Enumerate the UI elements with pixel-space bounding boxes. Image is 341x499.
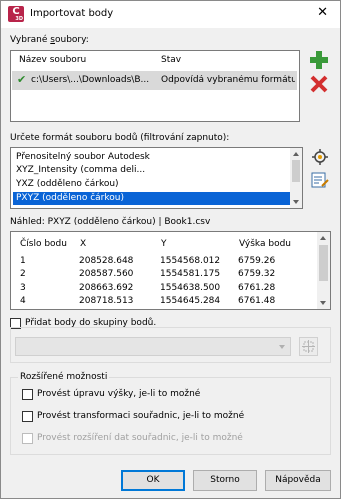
- file-row[interactable]: ✔ c:\Users\​...\Downloads\B... Odpovídá …: [12, 71, 297, 90]
- cell: 208587.560: [79, 269, 134, 279]
- add-file-button[interactable]: [309, 50, 329, 70]
- help-button[interactable]: Nápověda: [265, 470, 331, 491]
- transform-coords-checkbox[interactable]: [22, 411, 33, 422]
- format-scrollbar[interactable]: [290, 148, 302, 208]
- preview-scrollbar[interactable]: [317, 232, 330, 309]
- cell: 1554638.500: [160, 283, 221, 293]
- scroll-down-icon[interactable]: [320, 301, 326, 305]
- civil3d-app-icon: C 3D: [8, 6, 24, 22]
- format-edit-button[interactable]: [310, 170, 330, 190]
- file-status: Odpovídá vybranému formátu...: [161, 75, 295, 85]
- column-header-point-number[interactable]: Číslo bodu: [20, 239, 67, 249]
- format-list[interactable]: Přenositelný soubor Autodesk XYZ_Intensi…: [10, 147, 303, 209]
- adjust-elevation-label: Provést úpravu výšky, je-li to možné: [37, 389, 201, 399]
- chevron-down-icon: [279, 345, 285, 349]
- pick-icon: [302, 340, 315, 353]
- gear-star-icon: [312, 149, 328, 165]
- ok-button[interactable]: OK: [121, 470, 185, 491]
- cell: 3: [20, 283, 26, 293]
- cell: 6759.32: [238, 269, 276, 279]
- cell: 6759.26: [238, 256, 276, 266]
- cell: 208528.648: [79, 256, 134, 266]
- format-label: Určete formát souboru bodů (filtrování z…: [10, 133, 230, 143]
- title-bar: C 3D Importovat body ✕: [1, 1, 340, 28]
- close-icon[interactable]: ✕: [317, 6, 328, 20]
- red-x-icon: [310, 75, 328, 93]
- column-header-x[interactable]: X: [80, 239, 86, 249]
- cancel-button[interactable]: Storno: [193, 470, 257, 491]
- window-title: Importovat body: [30, 8, 114, 19]
- app-icon-sub: 3D: [15, 16, 23, 22]
- import-points-dialog: C 3D Importovat body ✕ Vybrané soubory: …: [0, 0, 341, 499]
- format-item[interactable]: XYZ_Intensity (comma deli...: [13, 164, 295, 177]
- point-group-select[interactable]: [15, 337, 291, 356]
- column-header-status[interactable]: Stav: [161, 55, 181, 65]
- selected-files-label: Vybrané soubory:: [10, 35, 89, 45]
- cell: 208718.513: [79, 296, 134, 306]
- format-item-selected[interactable]: PXYZ (odděleno čárkou): [13, 192, 293, 205]
- files-header: Název souboru Stav: [11, 51, 299, 69]
- preview-grid[interactable]: Číslo bodu X Y Výška bodu 1 208528.648 1…: [10, 231, 331, 310]
- transform-coords-label: Provést transformaci souřadnic, je-li to…: [37, 411, 245, 421]
- remove-file-button[interactable]: [309, 74, 329, 94]
- cell: 2: [20, 269, 26, 279]
- file-name: c:\Users\​...\Downloads\B...: [31, 75, 150, 85]
- cell: 1: [20, 256, 26, 266]
- cell: 6761.28: [238, 283, 276, 293]
- selected-files-list[interactable]: Název souboru Stav ✔ c:\Users\​...\Downl…: [10, 50, 300, 122]
- preview-header: Číslo bodu X Y Výška bodu: [12, 233, 316, 253]
- advanced-label: Rozšířené možnosti: [18, 372, 110, 382]
- cell: 1554568.012: [160, 256, 221, 266]
- checkmark-icon: ✔: [17, 73, 27, 86]
- edit-format-icon: [311, 172, 329, 188]
- cell: 4: [20, 296, 26, 306]
- cell: 6761.48: [238, 296, 276, 306]
- table-row[interactable]: 1 208528.648 1554568.012 6759.26: [11, 256, 316, 269]
- table-row[interactable]: 2 208587.560 1554581.175 6759.32: [11, 269, 316, 282]
- cell: 208663.692: [79, 283, 134, 293]
- table-row[interactable]: 3 208663.692 1554638.500 6761.28: [11, 283, 316, 296]
- plus-icon: [310, 51, 328, 69]
- scroll-up-icon[interactable]: [293, 152, 299, 156]
- pick-group-button[interactable]: [299, 337, 318, 356]
- scroll-thumb[interactable]: [292, 160, 300, 182]
- column-header-elevation[interactable]: Výška bodu: [239, 239, 291, 249]
- format-item[interactable]: YXZ (odděleno čárkou): [13, 178, 295, 191]
- expand-coords-checkbox: [22, 433, 33, 444]
- adjust-elevation-checkbox[interactable]: [22, 389, 33, 400]
- scroll-down-icon[interactable]: [293, 200, 299, 204]
- scroll-up-icon[interactable]: [320, 236, 326, 240]
- format-manager-button[interactable]: [310, 147, 330, 167]
- expand-coords-label: Provést rozšíření dat souřadnic, je-li t…: [37, 433, 243, 443]
- table-row[interactable]: 4 208718.513 1554645.284 6761.48: [11, 296, 316, 309]
- column-header-filename[interactable]: Název souboru: [19, 55, 86, 65]
- preview-label: Náhled: PXYZ (odděleno čárkou) | Book1.c…: [10, 217, 211, 227]
- format-item[interactable]: Přenositelný soubor Autodesk: [13, 151, 295, 164]
- column-header-y[interactable]: Y: [161, 239, 167, 249]
- scroll-thumb[interactable]: [319, 245, 328, 281]
- cell: 1554645.284: [160, 296, 221, 306]
- cell: 1554581.175: [160, 269, 221, 279]
